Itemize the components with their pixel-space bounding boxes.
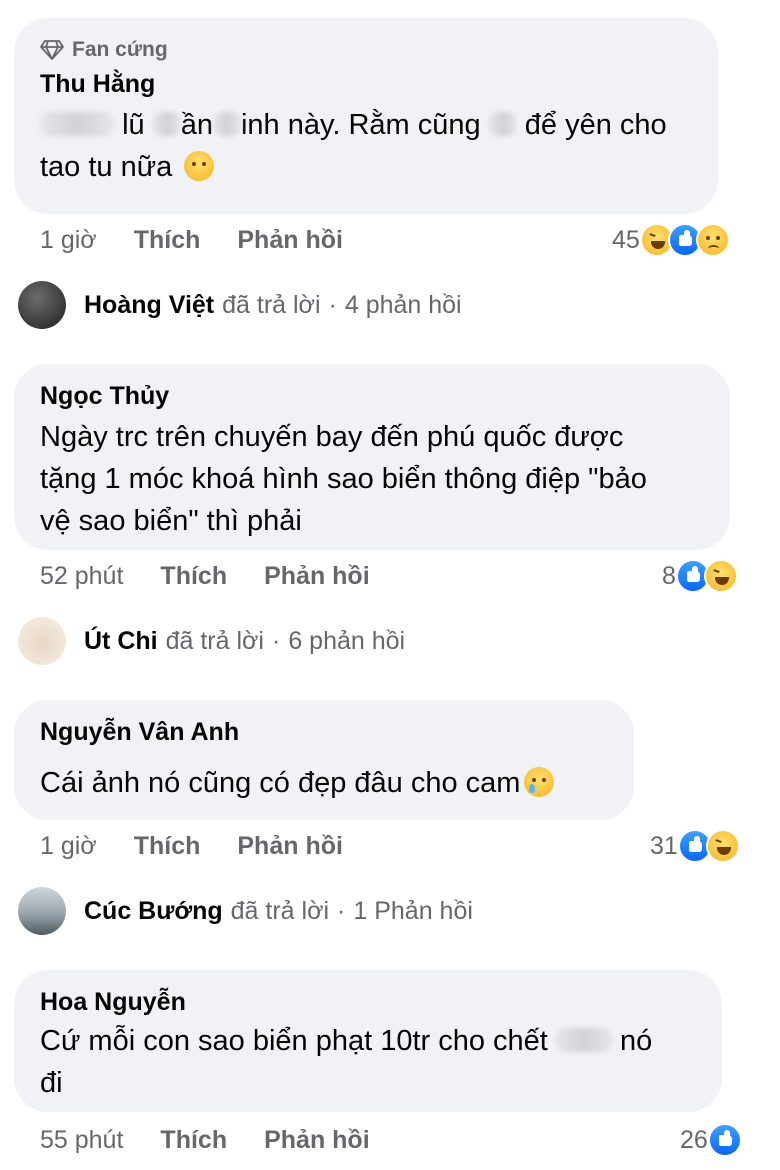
view-replies-row[interactable]: Cúc Bướng đã trả lời · 1 Phản hồi	[18, 887, 473, 935]
badge-label: Fan cứng	[72, 38, 168, 61]
separator-dot: ·	[272, 626, 281, 655]
reply-text: đã trả lời	[165, 626, 264, 655]
sneezing-face-icon	[184, 151, 215, 181]
comment-time[interactable]: 52 phút	[40, 562, 123, 591]
like-reaction-icon	[707, 1123, 742, 1157]
reply-author: Hoàng Việt	[84, 290, 215, 319]
comment-text-segment: để yên cho	[524, 109, 667, 141]
comment-text-segment: đi	[40, 1067, 63, 1099]
reaction-count: 8	[662, 561, 676, 590]
censored-word	[555, 1028, 612, 1052]
comment-text: Cái ảnh nó cũng có đẹp đâu cho cam	[40, 762, 630, 804]
comment-line: Ngày trc trên chuyến bay đến phú quốc đư…	[40, 421, 624, 453]
reaction-summary[interactable]: 31	[650, 829, 740, 863]
reply-author: Cúc Bướng	[84, 896, 223, 925]
comment-author[interactable]: Ngọc Thủy	[40, 382, 169, 411]
comment-text-segment: ần	[180, 109, 213, 141]
comment-text-segment: Cứ mỗi con sao biển phạt 10tr cho chết	[40, 1025, 548, 1057]
comment-text-segment: Cái ảnh nó cũng có đẹp đâu cho cam	[40, 767, 521, 799]
comment-line: tặng 1 móc khoá hình sao biển thông điệp…	[40, 463, 647, 495]
reaction-summary[interactable]: 45	[612, 223, 730, 257]
comment-meta: 52 phút Thích Phản hồi	[40, 562, 370, 591]
comment-meta: 1 giờ Thích Phản hồi	[40, 226, 343, 255]
comment-text-segment: lũ	[122, 109, 145, 141]
reaction-summary[interactable]: 8	[662, 559, 738, 593]
censored-word	[488, 112, 517, 136]
comment-text: lũ ần inh này. Rằm cũng để yên cho tao tu…	[40, 104, 710, 188]
reply-button[interactable]: Phản hồi	[237, 832, 343, 861]
censored-word	[40, 112, 114, 136]
reaction-summary[interactable]: 26	[680, 1123, 742, 1157]
comment-author[interactable]: Thu Hằng	[40, 70, 155, 99]
haha-reaction-icon	[703, 559, 738, 593]
avatar	[18, 281, 66, 329]
comment-author[interactable]: Nguyễn Vân Anh	[40, 718, 239, 747]
haha-reaction-icon	[705, 829, 740, 863]
comment-text: Ngày trc trên chuyến bay đến phú quốc đư…	[40, 416, 720, 542]
comment-time[interactable]: 1 giờ	[40, 226, 97, 255]
reply-count: 1 Phản hồi	[353, 896, 473, 925]
comment-text: Cứ mỗi con sao biển phạt 10tr cho chết n…	[40, 1020, 720, 1104]
reaction-count: 45	[612, 225, 640, 254]
comment-author[interactable]: Hoa Nguyễn	[40, 988, 186, 1017]
diamond-icon	[40, 40, 64, 60]
reaction-count: 26	[680, 1125, 708, 1154]
reply-button[interactable]: Phản hồi	[237, 226, 343, 255]
reply-button[interactable]: Phản hồi	[264, 562, 370, 591]
comment-time[interactable]: 1 giờ	[40, 832, 97, 861]
view-replies-row[interactable]: Út Chi đã trả lời · 6 phản hồi	[18, 617, 405, 665]
reply-text: đã trả lời	[222, 290, 321, 319]
comment-text-segment: tao tu nữa	[40, 151, 173, 183]
fan-badge: Fan cứng	[40, 38, 168, 62]
comment-text-segment: inh này. Rằm cũng	[240, 109, 481, 141]
reply-count: 4 phản hồi	[344, 290, 462, 319]
like-button[interactable]: Thích	[160, 1126, 227, 1155]
comment-time[interactable]: 55 phút	[40, 1126, 123, 1155]
separator-dot: ·	[328, 290, 337, 319]
view-replies-row[interactable]: Hoàng Việt đã trả lời · 4 phản hồi	[18, 281, 462, 329]
censored-word	[152, 112, 181, 136]
reply-text: đã trả lời	[230, 896, 330, 925]
reply-button[interactable]: Phản hồi	[264, 1126, 370, 1155]
sad-reaction-icon	[695, 223, 730, 257]
avatar	[18, 617, 66, 665]
comment-meta: 55 phút Thích Phản hồi	[40, 1126, 370, 1155]
comment-text-segment: nó	[620, 1025, 653, 1057]
avatar	[18, 887, 66, 935]
comment-meta: 1 giờ Thích Phản hồi	[40, 832, 343, 861]
separator-dot: ·	[337, 896, 346, 925]
like-button[interactable]: Thích	[134, 226, 201, 255]
reaction-count: 31	[650, 831, 678, 860]
censored-word	[212, 112, 241, 136]
like-button[interactable]: Thích	[134, 832, 201, 861]
crying-face-icon	[524, 767, 555, 797]
like-button[interactable]: Thích	[160, 562, 227, 591]
reply-author: Út Chi	[84, 626, 158, 655]
reply-count: 6 phản hồi	[288, 626, 406, 655]
comment-line: vệ sao biển" thì phải	[40, 505, 302, 537]
